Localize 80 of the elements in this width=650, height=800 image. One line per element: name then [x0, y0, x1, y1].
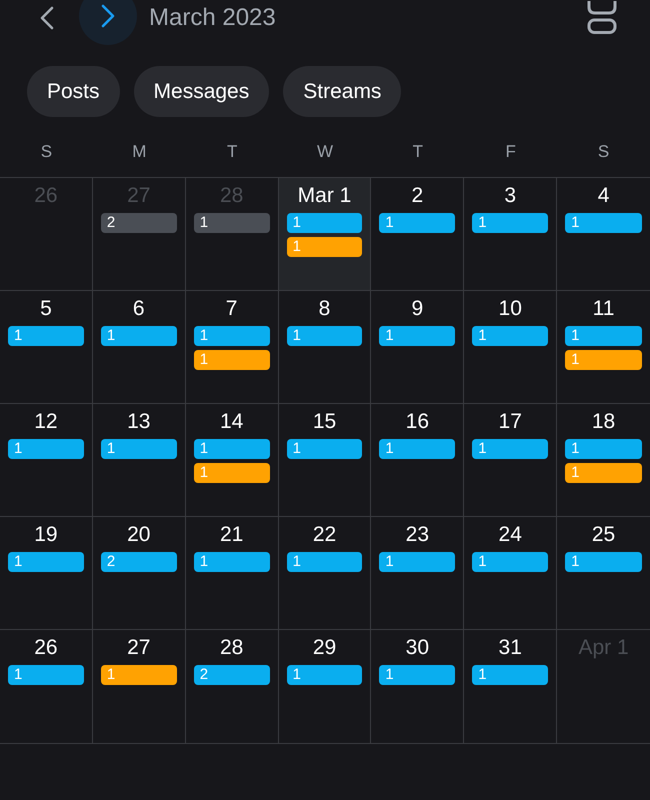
day-number: Mar 1	[298, 183, 352, 208]
weekday-label: S	[598, 142, 610, 162]
day-cell[interactable]: 21 1	[186, 517, 279, 630]
day-number: 30	[406, 635, 430, 660]
next-button[interactable]	[79, 0, 137, 45]
day-number: Apr 1	[578, 635, 629, 660]
day-cell[interactable]: 12 1	[0, 404, 93, 517]
day-number: 15	[312, 409, 336, 434]
day-number: 26	[34, 635, 58, 660]
day-cell[interactable]: 27 2	[92, 178, 186, 291]
day-number: 23	[406, 522, 430, 547]
day-cell[interactable]: 28 1	[186, 178, 279, 291]
day-cell[interactable]: 24 1	[464, 517, 558, 630]
day-number: 20	[127, 522, 150, 547]
day-cell[interactable]: 30 1	[371, 630, 464, 743]
weekday-label: F	[506, 142, 516, 162]
day-number: 22	[312, 522, 336, 547]
weekday-label: M	[132, 142, 146, 162]
day-number: 12	[34, 409, 58, 434]
day-cell[interactable]: 26 1	[0, 630, 93, 743]
event-bar[interactable]: 1	[194, 213, 270, 233]
day-cell[interactable]: 9 1	[371, 291, 464, 404]
day-cell[interactable]: 20 2	[92, 517, 186, 630]
day-cell[interactable]: 4 1	[557, 178, 650, 291]
event-bar[interactable]: 2	[100, 213, 177, 233]
day-number: 16	[406, 409, 430, 434]
day-number: 17	[498, 409, 522, 434]
filter-chip[interactable]: Streams	[283, 66, 402, 117]
day-cell[interactable]: 3 1	[464, 178, 558, 291]
day-cell[interactable]: 27 1	[92, 630, 186, 743]
day-cell[interactable]: 6 1	[92, 291, 186, 404]
day-cell[interactable]: 10 1	[464, 291, 558, 404]
weekday-label: T	[412, 142, 424, 162]
weekday-label: T	[226, 142, 238, 162]
day-number: 28	[220, 183, 244, 208]
day-number: 8	[318, 296, 330, 321]
day-number: 7	[226, 296, 238, 321]
day-cell[interactable]: 15 1	[278, 404, 372, 517]
filter-chip[interactable]: Messages	[134, 66, 270, 117]
day-cell[interactable]: 8 1	[278, 291, 372, 404]
day-number: 11	[592, 296, 614, 321]
day-cell[interactable]: 19 1	[0, 517, 93, 630]
day-number: 4	[598, 183, 610, 208]
day-cell[interactable]: 13 1	[92, 404, 186, 517]
day-cell[interactable]: 31 1	[464, 630, 558, 743]
day-number: 6	[132, 296, 145, 321]
day-cell[interactable]: 29 1	[278, 630, 372, 743]
chevron-left-icon	[40, 6, 54, 30]
chevron-right-icon	[101, 4, 115, 28]
day-cell[interactable]: 17 1	[464, 404, 558, 517]
weekday-label: S	[40, 142, 52, 162]
day-number: 9	[412, 296, 424, 321]
day-number: 21	[220, 522, 244, 547]
day-number: 31	[498, 635, 522, 660]
day-cell[interactable]: 28 2	[186, 630, 279, 743]
day-number: 3	[504, 183, 516, 208]
day-cell[interactable]: 25 1	[557, 517, 650, 630]
month-title: March 2023	[149, 4, 276, 32]
stacked-rectangles-icon[interactable]	[586, 0, 618, 34]
day-number: 5	[40, 296, 52, 321]
weekday-label: W	[316, 142, 334, 162]
day-number: 25	[592, 522, 616, 547]
day-number: 2	[412, 183, 424, 208]
day-cell[interactable]: 5 1	[0, 291, 93, 404]
day-cell[interactable]: 16 1	[371, 404, 464, 517]
day-cell[interactable]: 2 1	[371, 178, 464, 291]
day-number: 24	[498, 522, 522, 547]
filter-chip[interactable]: Posts	[27, 66, 120, 117]
day-number: 27	[127, 183, 150, 208]
day-number: 27	[127, 635, 150, 660]
day-number: 19	[34, 522, 58, 547]
day-cell[interactable]: 23 1	[371, 517, 464, 630]
day-number: 14	[220, 409, 244, 434]
day-number: 10	[498, 296, 522, 321]
day-number: 26	[34, 183, 58, 208]
day-number: 18	[592, 409, 616, 434]
day-number: 28	[220, 635, 244, 660]
day-cell[interactable]: 22 1	[278, 517, 372, 630]
day-number: 29	[312, 635, 336, 660]
day-number: 13	[127, 409, 150, 434]
